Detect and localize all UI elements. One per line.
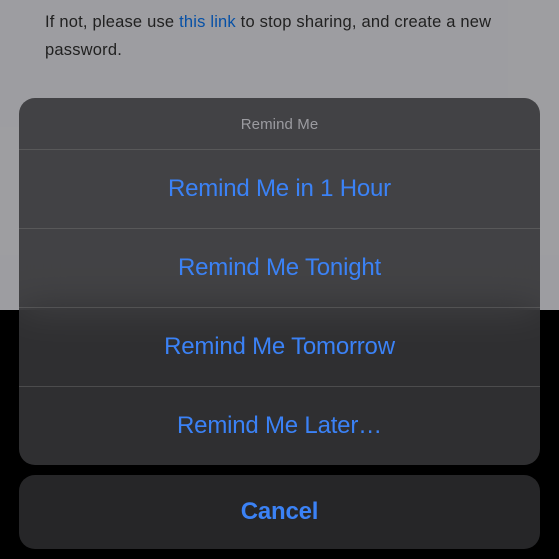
action-sheet-group: Remind Me Remind Me in 1 Hour Remind Me … [19, 98, 540, 465]
remind-1-hour-button[interactable]: Remind Me in 1 Hour [19, 150, 540, 229]
cancel-button[interactable]: Cancel [19, 475, 540, 549]
remind-tomorrow-button[interactable]: Remind Me Tomorrow [19, 308, 540, 387]
sheet-title: Remind Me [19, 98, 540, 150]
remind-tonight-button[interactable]: Remind Me Tonight [19, 229, 540, 308]
action-sheet: Remind Me Remind Me in 1 Hour Remind Me … [19, 98, 540, 549]
remind-later-button[interactable]: Remind Me Later… [19, 387, 540, 465]
